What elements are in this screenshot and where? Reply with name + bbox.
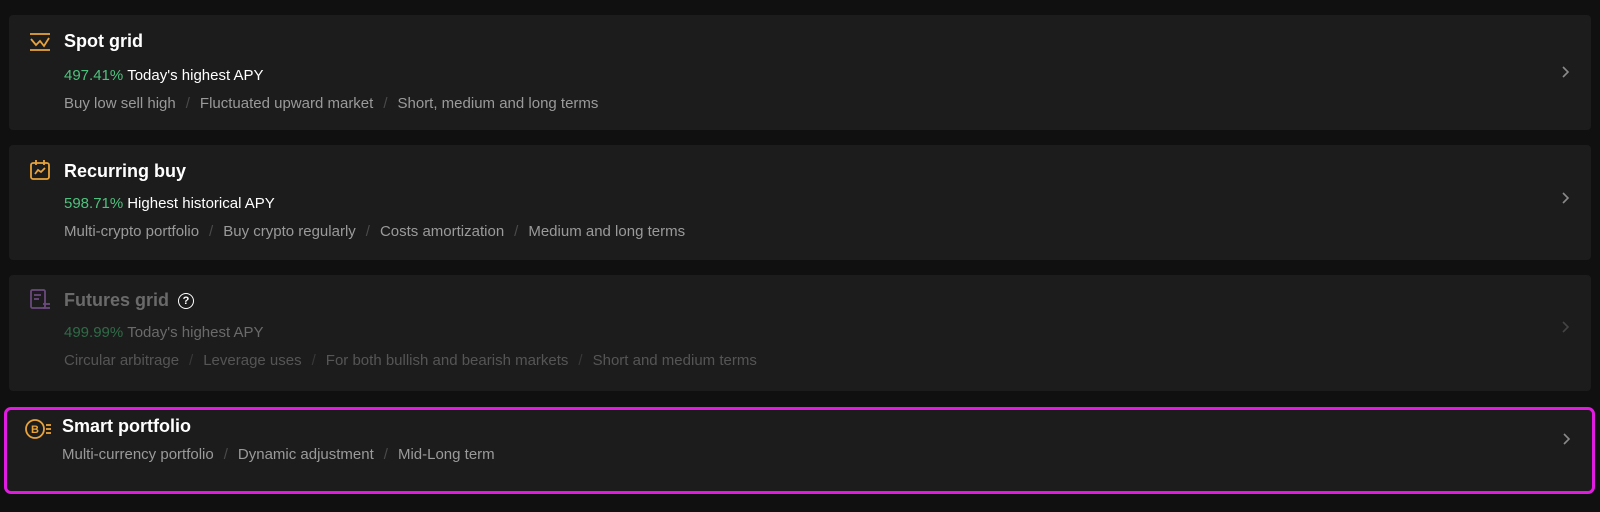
apy-label: Highest historical APY [127, 195, 275, 212]
tag: Leverage uses [203, 352, 302, 369]
strategy-title: Futures grid [64, 290, 170, 310]
tag: Circular arbitrage [64, 352, 180, 369]
tag: Buy crypto regularly [223, 223, 356, 240]
tag-separator: / [223, 446, 228, 463]
strategy-card-recurring-buy[interactable]: Recurring buy 598.71% Highest historical … [9, 145, 1591, 260]
tag-separator: / [383, 95, 388, 112]
apy-value: 598.71% [64, 195, 124, 212]
tag-separator: / [383, 446, 388, 463]
tag-list: Buy low sell high / Fluctuated upward ma… [64, 95, 598, 112]
help-icon[interactable]: ? [178, 292, 195, 309]
title-row: Recurring buy [64, 161, 186, 182]
tag: Multi-crypto portfolio [64, 223, 200, 240]
tag: Fluctuated upward market [199, 95, 374, 112]
futures-document-icon [30, 289, 50, 309]
apy-value: 497.41% [64, 67, 124, 84]
strategy-card-futures-grid[interactable]: Futures grid ? 499.99% Today's highest AP… [9, 275, 1591, 391]
apy-label: Today's highest APY [127, 67, 264, 84]
chevron-right-icon[interactable] [1561, 432, 1571, 446]
strategy-title: Spot grid [64, 31, 143, 51]
tag: Buy low sell high [64, 95, 176, 112]
strategy-card-smart-portfolio[interactable]: B Smart portfolio Multi-currency portfol… [4, 407, 1595, 494]
tag-separator: / [365, 223, 370, 240]
tag: Costs amortization [379, 223, 505, 240]
tag-list: Circular arbitrage / Leverage uses / For… [64, 352, 757, 369]
apy-label: Today's highest APY [127, 324, 264, 341]
tag-separator: / [185, 95, 190, 112]
strategy-list: Spot grid 497.41% Today's highest APY Buy… [0, 0, 1600, 512]
tag: Multi-currency portfolio [62, 446, 214, 463]
apy-value: 499.99% [64, 324, 124, 341]
tag-separator: / [311, 352, 316, 369]
grid-chart-icon [30, 33, 50, 51]
tag: Mid-Long term [397, 446, 495, 463]
tag: Short and medium terms [592, 352, 757, 369]
tag: Medium and long terms [528, 223, 686, 240]
tag-separator: / [209, 223, 214, 240]
tag-separator: / [514, 223, 519, 240]
tag-list: Multi-currency portfolio / Dynamic adjus… [62, 446, 495, 463]
chevron-right-icon[interactable] [1560, 65, 1570, 79]
tag: For both bullish and bearish markets [325, 352, 569, 369]
bitcoin-portfolio-icon: B [25, 419, 51, 439]
title-row: Spot grid [64, 31, 143, 52]
apy-row: 499.99% Today's highest APY [64, 324, 264, 341]
title-row: Smart portfolio [62, 416, 191, 437]
strategy-title: Recurring buy [64, 161, 187, 181]
tag-list: Multi-crypto portfolio / Buy crypto regu… [64, 223, 685, 240]
tag-separator: / [189, 352, 194, 369]
strategy-card-spot-grid[interactable]: Spot grid 497.41% Today's highest APY Buy… [9, 15, 1591, 130]
coin-symbol: B [31, 424, 39, 436]
chevron-right-icon[interactable] [1560, 191, 1570, 205]
tag: Dynamic adjustment [237, 446, 374, 463]
tag-separator: / [578, 352, 583, 369]
title-row: Futures grid ? [64, 290, 195, 311]
chevron-right-icon[interactable] [1560, 320, 1570, 334]
apy-row: 497.41% Today's highest APY [64, 67, 264, 84]
apy-row: 598.71% Highest historical APY [64, 195, 275, 212]
calendar-chart-icon [30, 160, 50, 180]
tag: Short, medium and long terms [397, 95, 599, 112]
strategy-title: Smart portfolio [62, 416, 191, 436]
